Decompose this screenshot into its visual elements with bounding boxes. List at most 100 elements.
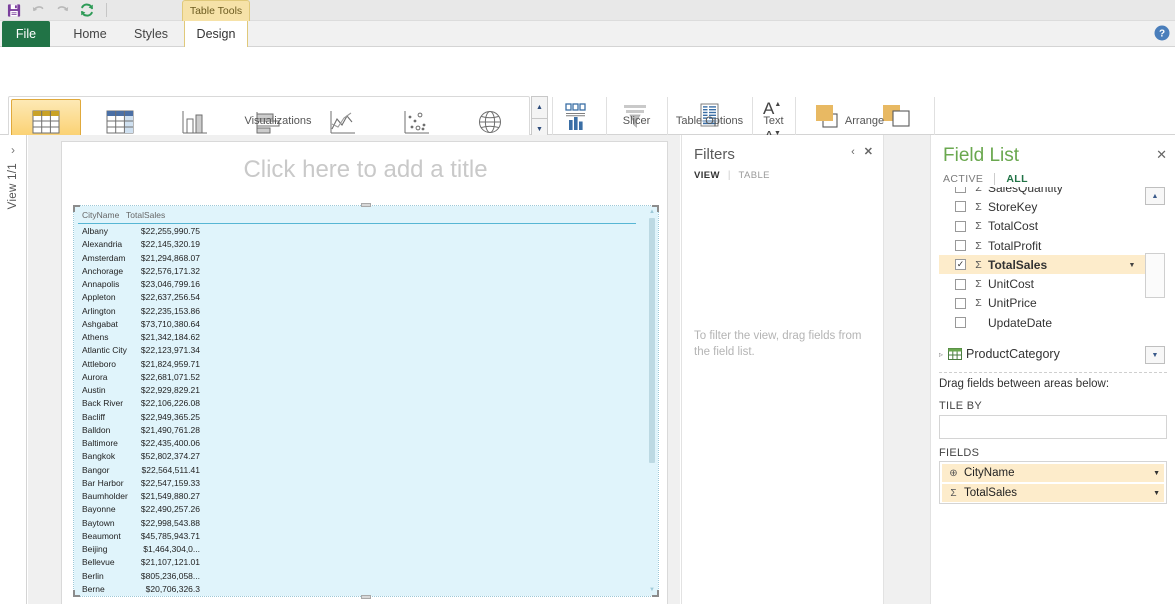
report-canvas[interactable]: Click here to add a title CityName Total…: [61, 141, 668, 604]
table-visual[interactable]: CityName TotalSales Albany $22,255,990.75…: [73, 203, 659, 599]
table-row[interactable]: Beijing $1,464,304,0...: [78, 544, 636, 557]
tab-styles[interactable]: Styles: [122, 21, 180, 47]
table-row[interactable]: Berne $20,706,326.3: [78, 584, 636, 596]
resize-handle-bottom-right[interactable]: [652, 590, 659, 597]
expand-views-chevron-icon[interactable]: ›: [11, 143, 15, 157]
field-pill-totalsales[interactable]: Σ TotalSales ▼: [942, 484, 1164, 502]
field-list-tab-all[interactable]: ALL: [1006, 173, 1028, 185]
table-cell-totalsales: $21,824,959.71: [140, 358, 200, 369]
field-list-scroll-down-icon[interactable]: ▼: [1145, 346, 1165, 364]
table-row[interactable]: Bellevue $21,107,121.01: [78, 557, 636, 570]
table-visual-scrollbar[interactable]: ▲ ▼: [648, 208, 656, 594]
table-row[interactable]: Alexandria $22,145,320.19: [78, 239, 636, 252]
field-list-close-icon[interactable]: ✕: [1156, 147, 1167, 163]
column-header-cityname[interactable]: CityName: [82, 210, 119, 220]
field-list-table-productcategory[interactable]: ▹ ProductCategory: [939, 344, 1145, 364]
field-pill-dropdown-icon[interactable]: ▼: [1153, 490, 1160, 497]
field-list-item-totalcost[interactable]: Σ TotalCost: [939, 217, 1145, 236]
filters-tab-table[interactable]: TABLE: [739, 170, 770, 181]
tab-file[interactable]: File: [2, 21, 50, 47]
fields-label: FIELDS: [939, 447, 980, 459]
table-row[interactable]: Bangor $22,564,511.41: [78, 465, 636, 478]
save-icon[interactable]: [6, 2, 23, 19]
table-row[interactable]: Baltimore $22,435,400.06: [78, 438, 636, 451]
field-pill-cityname[interactable]: ⊕ CityName ▼: [942, 464, 1164, 482]
table-cell-totalsales: $21,549,880.27: [140, 491, 200, 501]
table-row[interactable]: Annapolis $23,046,799.16: [78, 279, 636, 292]
table-row[interactable]: Amsterdam $21,294,868.07: [78, 253, 636, 266]
report-title-placeholder[interactable]: Click here to add a title: [62, 156, 669, 184]
table-row[interactable]: Bayonne $22,490,257.26: [78, 504, 636, 517]
field-checkbox[interactable]: [955, 297, 966, 309]
expander-icon[interactable]: ▹: [939, 350, 943, 359]
filters-tab-view[interactable]: VIEW: [694, 170, 720, 181]
view-counter-label: View 1/1: [7, 163, 19, 210]
table-row[interactable]: Arlington $22,235,153.86: [78, 306, 636, 319]
table-row[interactable]: Atlantic City $22,123,971.34: [78, 345, 636, 358]
table-row[interactable]: Aurora $22,681,071.52: [78, 372, 636, 385]
group-label-visualizations: Visualizations: [244, 115, 312, 127]
field-list-item-unitprice[interactable]: Σ UnitPrice: [939, 294, 1145, 313]
quick-access-toolbar: [0, 0, 1175, 21]
field-list-item-updatedate[interactable]: UpdateDate: [939, 313, 1145, 332]
field-name-label: TotalSales: [988, 257, 1048, 272]
field-checkbox[interactable]: [955, 317, 966, 329]
undo-icon[interactable]: [30, 2, 47, 19]
column-header-totalsales[interactable]: TotalSales: [126, 210, 165, 220]
field-list-item-totalsales[interactable]: ✓ Σ TotalSales ▼: [939, 255, 1145, 275]
table-row[interactable]: Berlin $805,236,058...: [78, 571, 636, 584]
table-cell-cityname: Back River: [82, 398, 124, 409]
help-icon[interactable]: ?: [1153, 24, 1171, 42]
field-checkbox[interactable]: ✓: [955, 259, 966, 271]
refresh-icon[interactable]: [78, 2, 95, 19]
field-checkbox[interactable]: [955, 201, 966, 213]
redo-icon[interactable]: [54, 2, 71, 19]
table-row[interactable]: Attleboro $21,824,959.71: [78, 359, 636, 372]
table-row[interactable]: Back River $22,106,226.08: [78, 398, 636, 411]
fields-dropzone[interactable]: ⊕ CityName ▼ Σ TotalSales ▼: [939, 461, 1167, 504]
table-row[interactable]: Beaumont $45,785,943.71: [78, 531, 636, 544]
table-row[interactable]: Baumholder $21,549,880.27: [78, 491, 636, 504]
field-list-scroll-thumb[interactable]: [1145, 253, 1165, 298]
table-row[interactable]: Balldon $21,490,761.28: [78, 425, 636, 438]
field-pill-dropdown-icon[interactable]: ▼: [1153, 470, 1160, 477]
field-checkbox[interactable]: [955, 240, 966, 252]
resize-handle-top-right[interactable]: [652, 205, 659, 212]
field-list-scroll-up-icon[interactable]: ▲: [1145, 187, 1165, 205]
table-row[interactable]: Austin $22,929,829.21: [78, 385, 636, 398]
field-checkbox[interactable]: [955, 220, 966, 232]
field-list-scrollbar[interactable]: ▲ ▼: [1145, 187, 1167, 364]
resize-handle-top-middle[interactable]: [361, 203, 371, 207]
tile-by-label: TILE BY: [939, 400, 983, 412]
tile-by-dropzone[interactable]: [939, 415, 1167, 439]
field-checkbox[interactable]: [955, 187, 966, 194]
table-row[interactable]: Anchorage $22,576,171.32: [78, 266, 636, 279]
table-row[interactable]: Ashgabat $73,710,380.64: [78, 319, 636, 332]
toolbar-divider: [106, 3, 107, 17]
table-row[interactable]: Baytown $22,998,543.88: [78, 518, 636, 531]
field-checkbox[interactable]: [955, 278, 966, 290]
filters-empty-hint: To filter the view, drag fields from the…: [694, 330, 862, 358]
table-row[interactable]: Albany $22,255,990.75: [78, 226, 636, 239]
field-list-item-totalprofit[interactable]: Σ TotalProfit: [939, 236, 1145, 255]
table-cell-cityname: Bar Harbor: [82, 477, 124, 488]
table-row[interactable]: Athens $21,342,184.62: [78, 332, 636, 345]
resize-handle-bottom-middle[interactable]: [361, 595, 371, 599]
field-list-item-salesquantity[interactable]: Σ SalesQuantity: [939, 187, 1145, 197]
resize-handle-bottom-left[interactable]: [73, 590, 80, 597]
field-dropdown-icon[interactable]: ▼: [1123, 259, 1141, 271]
table-scroll-thumb[interactable]: [649, 218, 655, 463]
table-row[interactable]: Appleton $22,637,256.54: [78, 292, 636, 305]
field-list-item-unitcost[interactable]: Σ UnitCost: [939, 274, 1145, 293]
filters-collapse-icon[interactable]: ‹: [851, 146, 855, 159]
tab-design[interactable]: Design: [184, 21, 248, 47]
field-list-tab-active[interactable]: ACTIVE: [943, 173, 983, 185]
tab-home[interactable]: Home: [62, 21, 118, 47]
table-row[interactable]: Bar Harbor $22,547,159.33: [78, 478, 636, 491]
table-row[interactable]: Bacliff $22,949,365.25: [78, 412, 636, 425]
field-list-item-storekey[interactable]: Σ StoreKey: [939, 197, 1145, 216]
ribbon: Table Matrix: [0, 47, 1175, 163]
table-row[interactable]: Bangkok $52,802,374.27: [78, 451, 636, 464]
resize-handle-top-left[interactable]: [73, 205, 80, 212]
filters-close-icon[interactable]: ✕: [864, 146, 873, 159]
